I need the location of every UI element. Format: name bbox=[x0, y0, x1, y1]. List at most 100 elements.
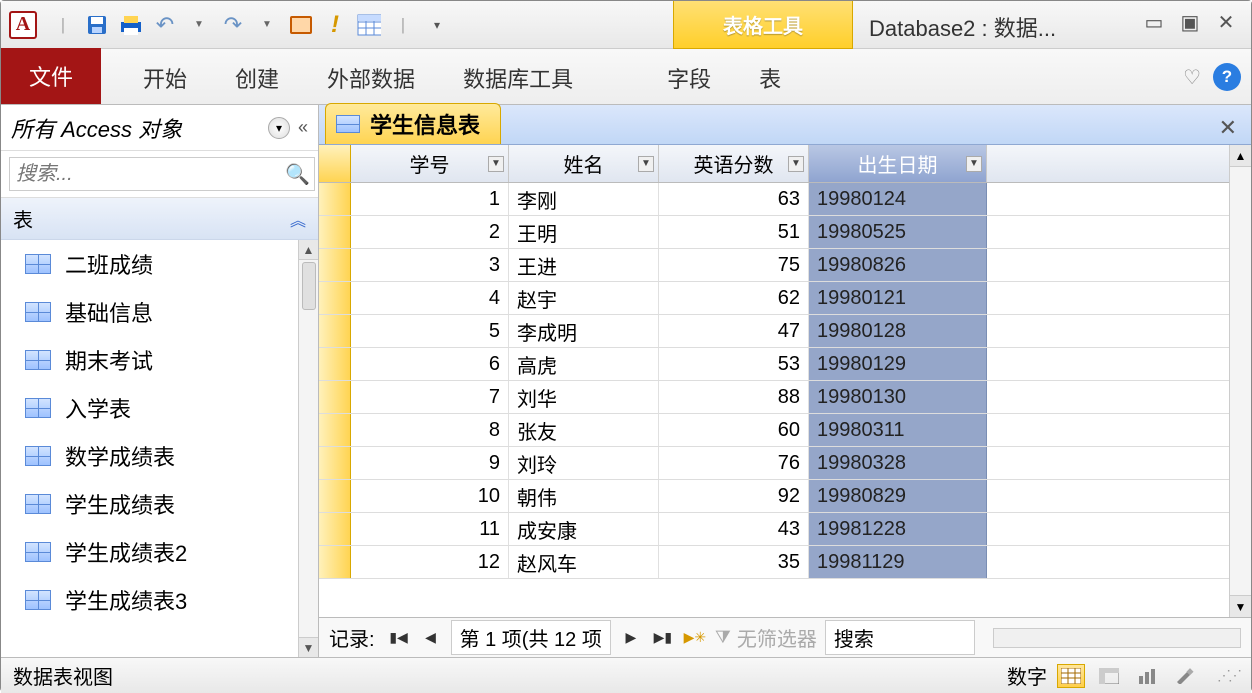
row-selector[interactable] bbox=[319, 381, 351, 413]
row-selector[interactable] bbox=[319, 546, 351, 578]
column-header-name[interactable]: 姓名▼ bbox=[509, 145, 659, 182]
nav-table-item[interactable]: 二班成绩 bbox=[1, 240, 298, 288]
cell-name[interactable]: 刘华 bbox=[509, 381, 659, 413]
close-button[interactable]: ✕ bbox=[1213, 9, 1239, 35]
scroll-up-button[interactable]: ▲ bbox=[1230, 145, 1251, 167]
scroll-thumb[interactable] bbox=[302, 262, 316, 310]
cell-dob[interactable]: 19980129 bbox=[809, 348, 987, 380]
row-selector[interactable] bbox=[319, 282, 351, 314]
row-selector[interactable] bbox=[319, 480, 351, 512]
cell-dob[interactable]: 19980311 bbox=[809, 414, 987, 446]
tab-file[interactable]: 文件 bbox=[1, 48, 101, 104]
row-selector[interactable] bbox=[319, 315, 351, 347]
row-selector[interactable] bbox=[319, 249, 351, 281]
record-position[interactable]: 第 1 项(共 12 项 bbox=[451, 620, 611, 655]
tab-external-data[interactable]: 外部数据 bbox=[303, 52, 439, 104]
nav-header[interactable]: 所有 Access 对象 ▾ « bbox=[1, 105, 318, 151]
redo-button[interactable]: ↷ bbox=[221, 13, 245, 37]
form-icon[interactable] bbox=[289, 13, 313, 37]
row-selector[interactable] bbox=[319, 513, 351, 545]
cell-id[interactable]: 10 bbox=[351, 480, 509, 512]
pivot-chart-view-button[interactable] bbox=[1133, 664, 1161, 688]
cell-name[interactable]: 刘玲 bbox=[509, 447, 659, 479]
nav-filter-dropdown[interactable]: ▾ bbox=[268, 117, 290, 139]
cell-dob[interactable]: 19980128 bbox=[809, 315, 987, 347]
row-selector[interactable] bbox=[319, 348, 351, 380]
tab-home[interactable]: 开始 bbox=[119, 52, 211, 104]
cell-dob[interactable]: 19980121 bbox=[809, 282, 987, 314]
cell-score[interactable]: 53 bbox=[659, 348, 809, 380]
table-row[interactable]: 6高虎5319980129 bbox=[319, 348, 1229, 381]
cell-name[interactable]: 高虎 bbox=[509, 348, 659, 380]
grid-scrollbar[interactable]: ▲ ▼ bbox=[1229, 145, 1251, 617]
column-dropdown-icon[interactable]: ▼ bbox=[966, 156, 982, 172]
cell-name[interactable]: 王明 bbox=[509, 216, 659, 248]
table-row[interactable]: 7刘华8819980130 bbox=[319, 381, 1229, 414]
table-row[interactable]: 8张友6019980311 bbox=[319, 414, 1229, 447]
cell-score[interactable]: 60 bbox=[659, 414, 809, 446]
prev-record-button[interactable]: ◀ bbox=[419, 626, 443, 650]
cell-name[interactable]: 李成明 bbox=[509, 315, 659, 347]
row-selector[interactable] bbox=[319, 414, 351, 446]
tab-database-tools[interactable]: 数据库工具 bbox=[439, 52, 597, 104]
first-record-button[interactable]: ▮◀ bbox=[387, 626, 411, 650]
row-selector[interactable] bbox=[319, 216, 351, 248]
undo-dropdown[interactable]: ▼ bbox=[187, 13, 211, 37]
nav-collapse-button[interactable]: « bbox=[298, 117, 308, 138]
pivot-table-view-button[interactable] bbox=[1095, 664, 1123, 688]
cell-score[interactable]: 88 bbox=[659, 381, 809, 413]
cell-score[interactable]: 76 bbox=[659, 447, 809, 479]
cell-name[interactable]: 赵风车 bbox=[509, 546, 659, 578]
redo-dropdown[interactable]: ▼ bbox=[255, 13, 279, 37]
cell-name[interactable]: 王进 bbox=[509, 249, 659, 281]
nav-table-item[interactable]: 入学表 bbox=[1, 384, 298, 432]
column-dropdown-icon[interactable]: ▼ bbox=[638, 156, 654, 172]
tab-create[interactable]: 创建 bbox=[211, 52, 303, 104]
minimize-ribbon-icon[interactable]: ♡ bbox=[1183, 65, 1201, 90]
column-header-dob[interactable]: 出生日期▼ bbox=[809, 145, 987, 182]
table-row[interactable]: 2王明5119980525 bbox=[319, 216, 1229, 249]
document-tab[interactable]: 学生信息表 bbox=[325, 103, 501, 144]
cell-name[interactable]: 赵宇 bbox=[509, 282, 659, 314]
table-row[interactable]: 4赵宇6219980121 bbox=[319, 282, 1229, 315]
tab-table[interactable]: 表 bbox=[735, 52, 805, 104]
nav-table-item[interactable]: 学生成绩表3 bbox=[1, 576, 298, 624]
cell-name[interactable]: 朝伟 bbox=[509, 480, 659, 512]
table-row[interactable]: 12赵风车3519981129 bbox=[319, 546, 1229, 579]
save-icon[interactable] bbox=[85, 13, 109, 37]
table-row[interactable]: 3王进7519980826 bbox=[319, 249, 1229, 282]
cell-id[interactable]: 1 bbox=[351, 183, 509, 215]
filter-indicator[interactable]: ⧩ 无筛选器 bbox=[715, 623, 817, 652]
column-header-id[interactable]: 学号▼ bbox=[351, 145, 509, 182]
column-dropdown-icon[interactable]: ▼ bbox=[788, 156, 804, 172]
restore-button[interactable]: ▣ bbox=[1177, 9, 1203, 35]
table-row[interactable]: 1李刚6319980124 bbox=[319, 183, 1229, 216]
cell-score[interactable]: 63 bbox=[659, 183, 809, 215]
quick-print-icon[interactable] bbox=[119, 13, 143, 37]
column-header-score[interactable]: 英语分数▼ bbox=[659, 145, 809, 182]
cell-score[interactable]: 51 bbox=[659, 216, 809, 248]
cell-id[interactable]: 2 bbox=[351, 216, 509, 248]
nav-scrollbar[interactable]: ▲ ▼ bbox=[298, 240, 318, 657]
select-all-cell[interactable] bbox=[319, 145, 351, 182]
cell-dob[interactable]: 19980826 bbox=[809, 249, 987, 281]
scroll-down-button[interactable]: ▼ bbox=[1230, 595, 1251, 617]
cell-id[interactable]: 6 bbox=[351, 348, 509, 380]
next-record-button[interactable]: ▶ bbox=[619, 626, 643, 650]
cell-id[interactable]: 11 bbox=[351, 513, 509, 545]
scroll-up-button[interactable]: ▲ bbox=[299, 240, 318, 260]
datasheet-icon[interactable] bbox=[357, 13, 381, 37]
cell-score[interactable]: 75 bbox=[659, 249, 809, 281]
nav-table-item[interactable]: 基础信息 bbox=[1, 288, 298, 336]
undo-button[interactable]: ↶ bbox=[153, 13, 177, 37]
table-row[interactable]: 9刘玲7619980328 bbox=[319, 447, 1229, 480]
cell-dob[interactable]: 19980525 bbox=[809, 216, 987, 248]
design-view-button[interactable] bbox=[1171, 664, 1199, 688]
table-row[interactable]: 11成安康4319981228 bbox=[319, 513, 1229, 546]
cell-dob[interactable]: 19980130 bbox=[809, 381, 987, 413]
cell-score[interactable]: 62 bbox=[659, 282, 809, 314]
collapse-group-icon[interactable]: ︽ bbox=[290, 207, 306, 231]
cell-id[interactable]: 9 bbox=[351, 447, 509, 479]
nav-table-item[interactable]: 学生成绩表2 bbox=[1, 528, 298, 576]
cell-dob[interactable]: 19980124 bbox=[809, 183, 987, 215]
